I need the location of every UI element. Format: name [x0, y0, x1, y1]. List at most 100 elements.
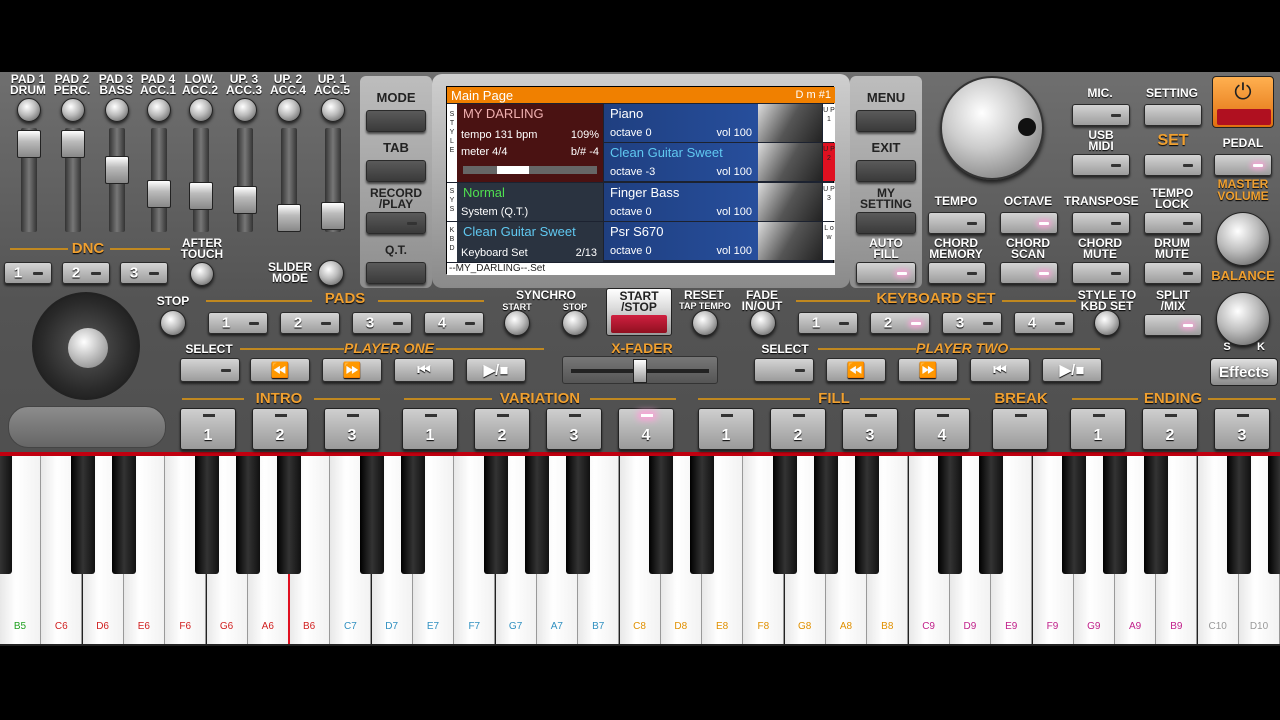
pad-6-slider-thumb[interactable] — [233, 186, 257, 214]
slider-mode-knob[interactable] — [318, 260, 344, 286]
voice-cell-4[interactable]: Psr S670 octave 0 vol 100 — [604, 222, 822, 260]
start-stop-button[interactable]: START /STOP — [606, 288, 672, 336]
pad-5-knob[interactable] — [189, 98, 213, 122]
style-cell[interactable]: MY DARLING tempo 131 bpm 109% meter 4/4 … — [457, 104, 603, 182]
pad-7-slider-thumb[interactable] — [277, 204, 301, 232]
intro-button-2[interactable]: 2 — [252, 408, 308, 450]
player-two-select-button[interactable] — [754, 358, 814, 382]
pitch-bar[interactable] — [8, 406, 166, 448]
exit-button[interactable] — [856, 160, 916, 182]
variation-button-2[interactable]: 2 — [474, 408, 530, 450]
synchro-stop-knob[interactable] — [562, 310, 588, 336]
player-two-forward-button[interactable]: ⏩ — [898, 358, 958, 382]
jog-wheel[interactable] — [32, 292, 140, 400]
pad-5-slider-thumb[interactable] — [189, 182, 213, 210]
black-key-C9-sharp[interactable] — [937, 456, 962, 574]
dnc-button-3[interactable]: 3 — [120, 262, 168, 284]
master-volume-knob[interactable] — [1216, 212, 1270, 266]
data-dial[interactable] — [940, 76, 1044, 180]
black-key-F9-sharp[interactable] — [1061, 456, 1086, 574]
after-touch-knob[interactable] — [190, 262, 214, 286]
pedal-button[interactable] — [1214, 154, 1272, 176]
kbd-set-button-3[interactable]: 3 — [942, 312, 1002, 334]
pad-7-knob[interactable] — [277, 98, 301, 122]
black-key-A6-sharp[interactable] — [277, 456, 302, 574]
black-key-D10-sharp[interactable] — [1268, 456, 1280, 574]
power-button[interactable]: ⏻ — [1212, 76, 1274, 128]
x-fader[interactable] — [562, 356, 718, 384]
synchro-start-knob[interactable] — [504, 310, 530, 336]
fill-button-2[interactable]: 2 — [770, 408, 826, 450]
mode-button[interactable] — [366, 110, 426, 132]
voice-cell-2[interactable]: Clean Guitar Sweet octave -3 vol 100 — [604, 143, 822, 181]
player-two-rewind-button[interactable]: ⏪ — [826, 358, 886, 382]
black-key-A7-sharp[interactable] — [566, 456, 591, 574]
tempo-lock-button[interactable] — [1144, 212, 1202, 234]
intro-button-1[interactable]: 1 — [180, 408, 236, 450]
chord-mute-button[interactable] — [1072, 262, 1130, 284]
black-key-G8-sharp[interactable] — [814, 456, 838, 574]
pad-6-knob[interactable] — [233, 98, 257, 122]
player-one-play-stop-button[interactable]: ▶/■ — [466, 358, 526, 382]
black-key-C8-sharp[interactable] — [648, 456, 673, 574]
style-to-kbd-knob[interactable] — [1094, 310, 1120, 336]
black-key-G7-sharp[interactable] — [524, 456, 549, 574]
break-button[interactable] — [992, 408, 1048, 450]
pad-8-slider-thumb[interactable] — [321, 202, 345, 230]
variation-button-4[interactable]: 4 — [618, 408, 674, 450]
tab-button[interactable] — [366, 160, 426, 182]
kbd-set-button-4[interactable]: 4 — [1014, 312, 1074, 334]
fade-knob[interactable] — [750, 310, 776, 336]
dnc-button-1[interactable]: 1 — [4, 262, 52, 284]
player-one-select-button[interactable] — [180, 358, 240, 382]
balance-knob[interactable] — [1216, 292, 1270, 346]
black-key-A8-sharp[interactable] — [855, 456, 880, 574]
record-play-button[interactable] — [366, 212, 426, 234]
black-key-D6-sharp[interactable] — [111, 456, 136, 574]
voice-cell-1[interactable]: Piano octave 0 vol 100 — [604, 104, 822, 142]
effects-button[interactable]: Effects — [1210, 358, 1278, 386]
mic-button[interactable] — [1072, 104, 1130, 126]
player-one-forward-button[interactable]: ⏩ — [322, 358, 382, 382]
pad-1-slider-thumb[interactable] — [17, 130, 41, 158]
chord-scan-button[interactable] — [1000, 262, 1058, 284]
black-key-F8-sharp[interactable] — [772, 456, 797, 574]
black-key-D9-sharp[interactable] — [979, 456, 1004, 574]
kbd-set-button-1[interactable]: 1 — [798, 312, 858, 334]
tempo-button[interactable] — [928, 212, 986, 234]
ending-button-3[interactable]: 3 — [1214, 408, 1270, 450]
pad-1-knob[interactable] — [17, 98, 41, 122]
auto-fill-button[interactable] — [856, 262, 916, 284]
black-key-A9-sharp[interactable] — [1144, 456, 1169, 574]
qt-button[interactable] — [366, 262, 426, 284]
player-one-rewind-button[interactable]: ⏪ — [250, 358, 310, 382]
reset-knob[interactable] — [692, 310, 718, 336]
my-setting-button[interactable] — [856, 212, 916, 234]
pad-2-slider-thumb[interactable] — [61, 130, 85, 158]
black-key-A5-sharp[interactable] — [0, 456, 12, 574]
drum-mute-button[interactable] — [1144, 262, 1202, 284]
menu-button[interactable] — [856, 110, 916, 132]
set-button[interactable] — [1144, 154, 1202, 176]
x-fader-thumb[interactable] — [633, 359, 647, 383]
pad-4-knob[interactable] — [147, 98, 171, 122]
fill-button-3[interactable]: 3 — [842, 408, 898, 450]
player-two-play-stop-button[interactable]: ▶/■ — [1042, 358, 1102, 382]
black-key-C6-sharp[interactable] — [70, 456, 95, 574]
fill-button-1[interactable]: 1 — [698, 408, 754, 450]
setting-button[interactable] — [1144, 104, 1202, 126]
pad-3-slider-thumb[interactable] — [105, 156, 129, 184]
ending-button-2[interactable]: 2 — [1142, 408, 1198, 450]
pad-4-slider-thumb[interactable] — [147, 180, 171, 208]
pad-button-4[interactable]: 4 — [424, 312, 484, 334]
ending-button-1[interactable]: 1 — [1070, 408, 1126, 450]
kbd-set-cell[interactable]: Clean Guitar Sweet Keyboard Set 2/13 — [457, 222, 603, 262]
black-key-G9-sharp[interactable] — [1103, 456, 1128, 574]
intro-button-3[interactable]: 3 — [324, 408, 380, 450]
player-one-prev-button[interactable]: ⏮ — [394, 358, 454, 382]
kbd-set-button-2[interactable]: 2 — [870, 312, 930, 334]
usb-midi-button[interactable] — [1072, 154, 1130, 176]
pad-button-2[interactable]: 2 — [280, 312, 340, 334]
voice-cell-3[interactable]: Finger Bass octave 0 vol 100 — [604, 183, 822, 221]
variation-button-3[interactable]: 3 — [546, 408, 602, 450]
